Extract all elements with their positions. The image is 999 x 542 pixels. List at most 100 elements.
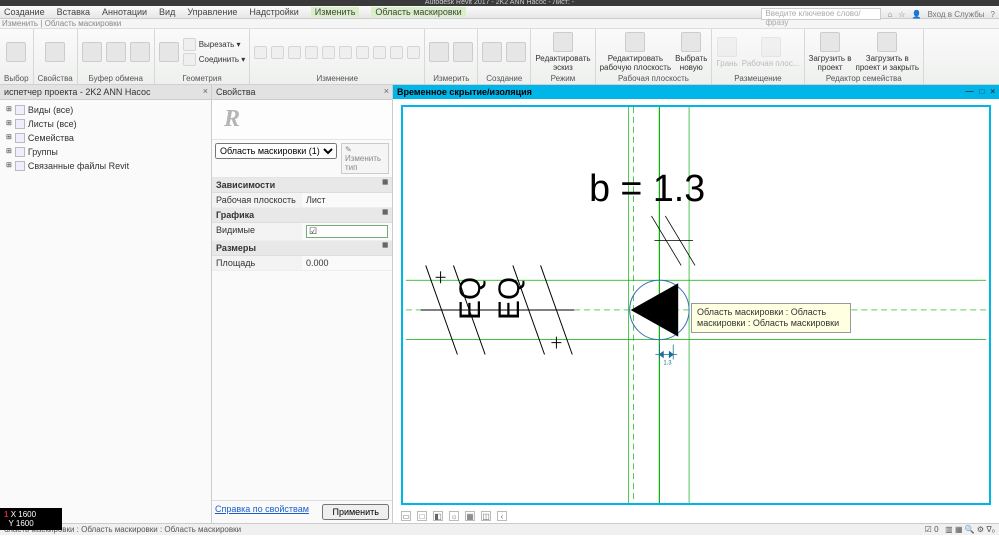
ribbon-tool-icon[interactable] (373, 46, 386, 59)
ribbon-tool-icon[interactable] (390, 46, 403, 59)
prop-row: Видимые☑ (212, 223, 392, 241)
ribbon-group-размещение: ГраньРабочая плос...Размещение (712, 29, 804, 84)
ribbon-group-свойства: Свойства (34, 29, 78, 84)
ribbon-group-label: Геометрия (159, 74, 246, 83)
ribbon-group-label: Рабочая плоскость (600, 74, 708, 83)
tree-item[interactable]: ⊞Связанные файлы Revit (6, 159, 205, 173)
ribbon-tool-icon[interactable] (506, 42, 526, 62)
prop-key: Видимые (212, 223, 302, 240)
news-icon[interactable]: ⌂ (887, 10, 892, 19)
edit-type-button[interactable]: ✎ Изменить тип (341, 143, 389, 174)
ribbon-button[interactable]: Выбратьновую (675, 32, 707, 72)
menu-modify[interactable]: Изменить (311, 7, 360, 17)
star-icon[interactable]: ☆ (898, 10, 905, 19)
tree-node-icon (15, 105, 25, 115)
ribbon-tool-icon[interactable] (482, 42, 502, 62)
ribbon: ВыборСвойстваБуфер обменаВырезать ▾Соеди… (0, 29, 999, 85)
prop-section-header[interactable]: Зависимости⯀ (212, 178, 392, 193)
ribbon-tool-icon[interactable] (407, 46, 420, 59)
prop-value[interactable]: Лист (302, 193, 392, 207)
menu-view[interactable]: Вид (159, 7, 175, 17)
ribbon-tool-icon[interactable] (288, 46, 301, 59)
menu-insert[interactable]: Вставка (57, 7, 90, 17)
sun-icon[interactable]: ☼ (449, 511, 459, 521)
prop-value[interactable]: ☑ (302, 223, 392, 240)
prop-key: Рабочая плоскость (212, 193, 302, 207)
tree-item[interactable]: ⊞Виды (все) (6, 103, 205, 117)
drawing-canvas[interactable]: EQ EQ 1.3 b = 1.3 (401, 105, 991, 505)
help-icon[interactable]: ? (991, 10, 995, 19)
window-close-icon[interactable]: × (990, 87, 995, 96)
ribbon-tool-icon[interactable] (305, 46, 318, 59)
chevron-left-icon[interactable]: ‹ (497, 511, 507, 521)
ribbon-tool-icon[interactable] (453, 42, 473, 62)
ribbon-group-редактор-семейства: Загрузить впроектЗагрузить впроект и зак… (805, 29, 925, 84)
menu-annotate[interactable]: Аннотации (102, 7, 147, 17)
ribbon-group-геометрия: Вырезать ▾ Соединить ▾ Геометрия (155, 29, 251, 84)
ribbon-tool-icon[interactable] (271, 46, 284, 59)
ribbon-button[interactable]: Редактироватьэскиз (535, 32, 590, 72)
props-help-link[interactable]: Справка по свойствам (215, 504, 309, 520)
top-right-controls: Введите ключевое слово/фразу ⌂ ☆ 👤 Вход … (761, 8, 995, 20)
signin-label[interactable]: Вход в Службы (927, 10, 984, 19)
window-max-icon[interactable]: □ (979, 87, 984, 96)
props-close-icon[interactable]: × (384, 86, 389, 96)
tree-item[interactable]: ⊞Группы (6, 145, 205, 159)
tree-node-icon (15, 133, 25, 143)
detail-icon[interactable]: □ (417, 511, 427, 521)
prop-section-header[interactable]: Размеры⯀ (212, 241, 392, 256)
ribbon-tool-icon[interactable] (82, 42, 102, 62)
formula-text: b = 1.3 (589, 167, 705, 209)
tree-item[interactable]: ⊞Листы (все) (6, 117, 205, 131)
tree-item[interactable]: ⊞Семейства (6, 131, 205, 145)
tree-node-icon (15, 119, 25, 129)
ribbon-group-label: Буфер обмена (82, 74, 150, 83)
menu-addins[interactable]: Надстройки (249, 7, 298, 17)
ribbon-tool-icon[interactable] (106, 42, 126, 62)
ribbon-tool-icon[interactable] (6, 42, 26, 62)
window-min-icon[interactable]: — (965, 87, 973, 96)
ribbon-button[interactable]: Редактироватьрабочую плоскость (600, 32, 672, 72)
prop-value[interactable]: 0.000 (302, 256, 392, 270)
browser-title: испетчер проекта - 2K2 ANN Насос × (0, 85, 211, 100)
menu-create[interactable]: Создание (4, 7, 45, 17)
prop-section-header[interactable]: Графика⯀ (212, 208, 392, 223)
reveal-icon[interactable]: ◫ (481, 511, 491, 521)
coordinate-readout: 1 X 1600 Y 1600 (0, 508, 62, 530)
ribbon-tool-icon[interactable] (322, 46, 335, 59)
ribbon-group-создание: Создание (478, 29, 531, 84)
view-control-bar[interactable]: ▭ □ ◧ ☼ ▦ ◫ ‹ (401, 511, 507, 521)
visual-icon[interactable]: ◧ (433, 511, 443, 521)
ribbon-tool-icon[interactable] (45, 42, 65, 62)
ribbon-item[interactable]: Вырезать ▾ (183, 38, 246, 51)
ribbon-tool-icon[interactable] (254, 46, 267, 59)
ribbon-tool-icon[interactable] (356, 46, 369, 59)
crop-icon[interactable]: ▦ (465, 511, 475, 521)
dimension-value[interactable]: 1.3 (663, 360, 672, 366)
ribbon-group-label: Режим (535, 74, 590, 83)
ribbon-tool-icon[interactable] (429, 42, 449, 62)
ribbon-item[interactable]: Соединить ▾ (183, 53, 246, 66)
ribbon-button[interactable]: Загрузить впроект (809, 32, 852, 72)
ribbon-group-label: Измерить (429, 74, 473, 83)
ribbon-group-измерить: Измерить (425, 29, 478, 84)
scale-icon[interactable]: ▭ (401, 511, 411, 521)
ribbon-tool-icon[interactable] (339, 46, 352, 59)
signin-icon[interactable]: 👤 (911, 10, 921, 19)
eq-label-1: EQ (454, 277, 487, 320)
menu-mask-region[interactable]: Область маскировки (371, 7, 465, 17)
canvas-area: Временное скрытие/изоляция — □ × (393, 85, 999, 523)
menu-manage[interactable]: Управление (187, 7, 237, 17)
type-image: R (212, 100, 392, 140)
ribbon-tool-icon[interactable] (130, 42, 150, 62)
props-title: Свойства × (212, 85, 392, 100)
ribbon-group-изменение: Изменение (250, 29, 425, 84)
type-selector[interactable]: Область маскировки (1) (215, 143, 337, 159)
browser-close-icon[interactable]: × (203, 86, 208, 96)
search-input[interactable]: Введите ключевое слово/фразу (761, 8, 881, 20)
apply-button[interactable]: Применить (322, 504, 389, 520)
ribbon-group-буфер-обмена: Буфер обмена (78, 29, 155, 84)
prop-row: Площадь0.000 (212, 256, 392, 271)
project-tree[interactable]: ⊞Виды (все)⊞Листы (все)⊞Семейства⊞Группы… (0, 100, 211, 176)
ribbon-button[interactable]: Загрузить впроект и закрыть (856, 32, 920, 72)
